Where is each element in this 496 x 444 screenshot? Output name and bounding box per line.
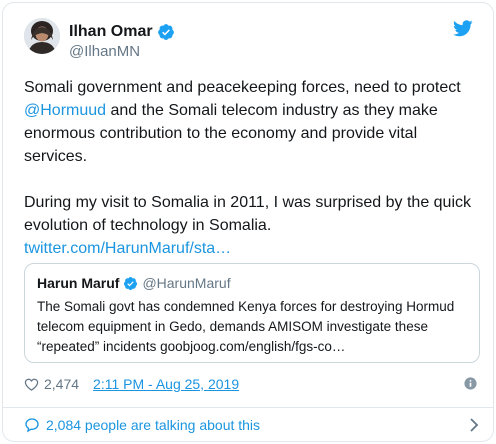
twitter-bird-icon[interactable] xyxy=(453,20,473,37)
author-name[interactable]: Ilhan Omar xyxy=(69,22,153,42)
heart-icon[interactable] xyxy=(24,377,39,392)
tweet-paragraph-2: During my visit to Somalia in 2011, I wa… xyxy=(24,191,484,260)
divider xyxy=(3,407,493,408)
comment-bubble-icon xyxy=(25,418,39,433)
chevron-right-icon[interactable] xyxy=(469,418,479,432)
tweet-meta: 2,474 2:11 PM - Aug 25, 2019 xyxy=(24,374,477,394)
verified-badge-icon xyxy=(157,24,174,40)
quoted-tweet[interactable]: Harun Maruf @HarunMaruf The Somali govt … xyxy=(24,263,480,363)
avatar[interactable] xyxy=(24,18,60,54)
quoted-tweet-header: Harun Maruf @HarunMaruf xyxy=(37,274,467,292)
info-icon[interactable] xyxy=(464,377,477,390)
quoted-author-handle: @HarunMaruf xyxy=(142,275,231,291)
quoted-tweet-text: The Somali govt has condemned Kenya forc… xyxy=(37,299,455,354)
tweet-paragraph-1: Somali government and peacekeeping force… xyxy=(24,76,484,168)
author-handle[interactable]: @IlhanMN xyxy=(69,43,175,61)
like-count[interactable]: 2,474 xyxy=(44,376,79,392)
conversation-link[interactable]: 2,084 people are talking about this xyxy=(24,413,481,437)
tweet-body: Somali government and peacekeeping force… xyxy=(24,76,484,260)
tweet-text-part: During my visit to Somalia in 2011, I wa… xyxy=(24,194,472,234)
tweet-text-part: Somali government and peacekeeping force… xyxy=(24,79,461,96)
talking-count-text[interactable]: 2,084 people are talking about this xyxy=(46,417,260,433)
tweet-timestamp[interactable]: 2:11 PM - Aug 25, 2019 xyxy=(93,376,239,392)
quoted-tweet-link[interactable]: twitter.com/HarunMaruf/sta… xyxy=(24,240,231,257)
quoted-author-name: Harun Maruf xyxy=(37,275,120,291)
mention-link[interactable]: @Hormuud xyxy=(24,102,106,119)
tweet-header: Ilhan Omar @IlhanMN xyxy=(24,18,479,66)
author-info: Ilhan Omar @IlhanMN xyxy=(69,22,175,61)
verified-badge-icon xyxy=(124,276,138,290)
embedded-tweet-card: Ilhan Omar @IlhanMN Somali government an… xyxy=(2,2,494,442)
